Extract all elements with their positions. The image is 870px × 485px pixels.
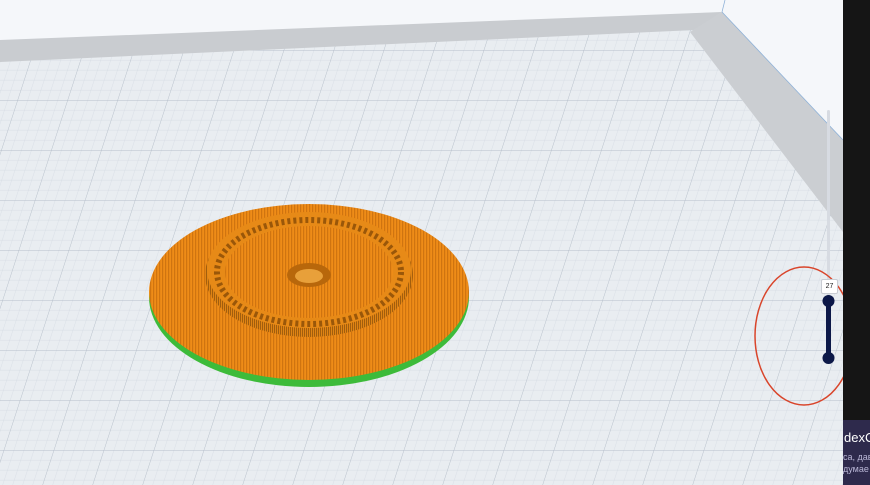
- right-side-panel: [843, 0, 870, 485]
- 3d-viewport[interactable]: 27: [0, 0, 843, 485]
- layer-slider-top-handle[interactable]: [822, 295, 835, 307]
- layer-number-badge: 27: [821, 279, 838, 294]
- promo-line-2: думае: [843, 464, 869, 474]
- sliced-model[interactable]: [149, 204, 469, 387]
- promo-title: dexC: [844, 430, 870, 445]
- layer-slider-range: [826, 300, 831, 358]
- layer-slider-bottom-handle[interactable]: [822, 352, 835, 364]
- promo-line-1: са, дав: [843, 452, 870, 462]
- promo-card[interactable]: dexC са, дав думае: [843, 420, 870, 485]
